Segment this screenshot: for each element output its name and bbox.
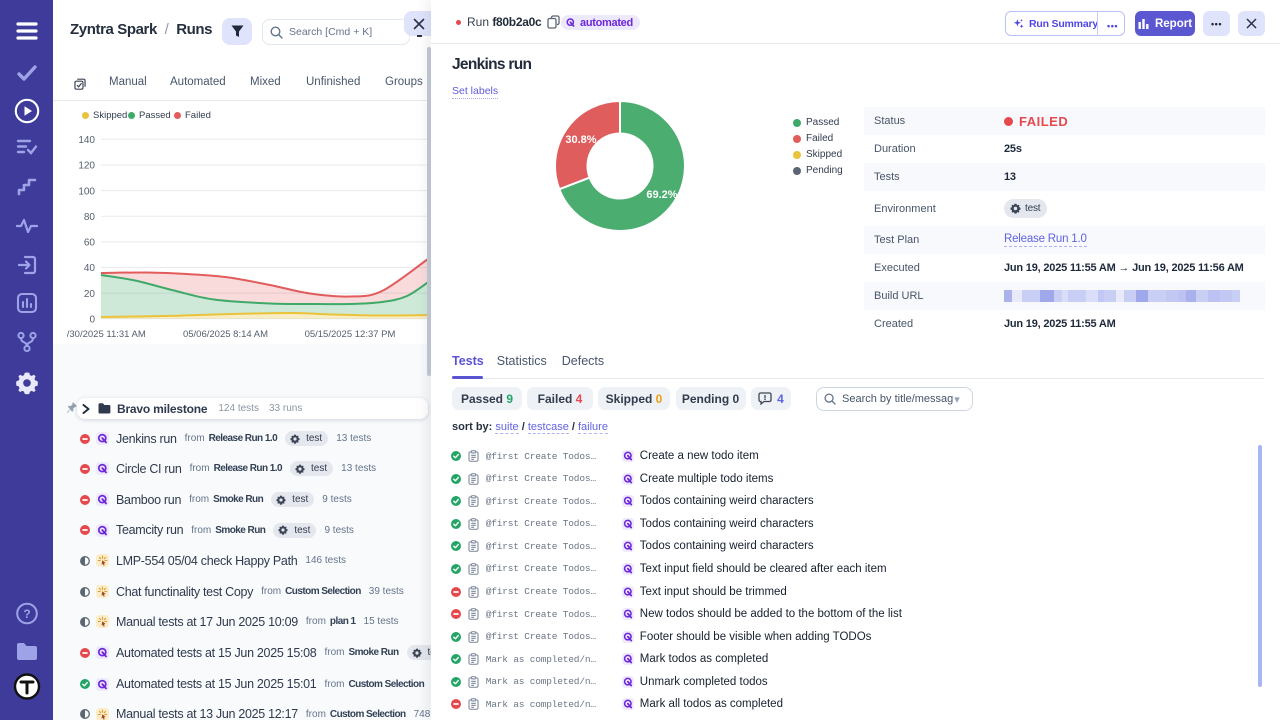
svg-text:80: 80 [84, 212, 96, 223]
svg-text:120: 120 [78, 161, 95, 172]
svg-text:0: 0 [89, 314, 95, 325]
svg-text:04/30/2025 11:31 AM: 04/30/2025 11:31 AM [67, 329, 146, 340]
svg-text:30.8%: 30.8% [565, 134, 596, 146]
svg-text:100: 100 [78, 186, 95, 197]
svg-text:40: 40 [84, 263, 96, 274]
svg-text:?: ? [23, 607, 30, 621]
svg-text:69.2%: 69.2% [646, 189, 677, 201]
svg-text:05/15/2025 12:37 PM: 05/15/2025 12:37 PM [305, 329, 396, 340]
svg-text:05/06/2025 8:14 AM: 05/06/2025 8:14 AM [183, 329, 268, 340]
svg-text:20: 20 [84, 289, 96, 300]
svg-text:140: 140 [78, 135, 95, 146]
svg-text:60: 60 [84, 238, 96, 249]
